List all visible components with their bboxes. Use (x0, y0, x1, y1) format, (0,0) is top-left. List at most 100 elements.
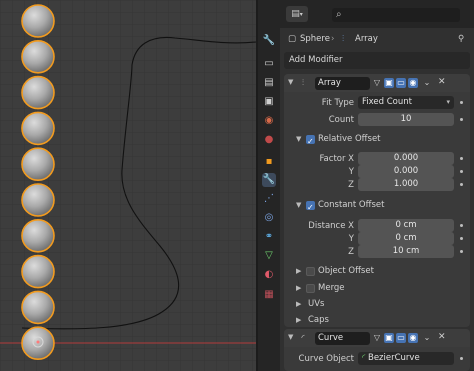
object-offset-header[interactable]: ▶ Object Offset (284, 263, 470, 280)
object-offset-label: Object Offset (318, 266, 374, 276)
chevron-down-icon[interactable]: ▼ (296, 197, 301, 214)
scene-tab-icon[interactable]: ◉ (262, 114, 276, 128)
modifier-icon: ⫶ (342, 34, 345, 44)
dropdown-icon[interactable]: ⌄ (422, 333, 432, 343)
chevron-right-icon[interactable]: ▶ (296, 312, 301, 329)
texture-tab-icon[interactable]: ▦ (262, 288, 276, 302)
close-icon[interactable]: ✕ (438, 332, 446, 342)
curve-object-icon: ◜ (362, 353, 366, 363)
relative-offset-header[interactable]: ▼ Relative Offset (284, 131, 470, 150)
on-cage-icon[interactable]: ▽ (372, 333, 382, 343)
count-field[interactable]: 10 (358, 113, 454, 126)
distance-x-field[interactable]: 0 cm (358, 219, 454, 232)
curve-modifier-icon: ◜ (301, 333, 305, 342)
array-name-field[interactable]: Array (315, 77, 370, 90)
factor-z-field[interactable]: 1.000 (358, 178, 454, 191)
sphere-instance[interactable] (21, 219, 55, 253)
edit-mode-icon[interactable]: ▣ (384, 78, 394, 88)
chevron-down-icon[interactable]: ▼ (288, 78, 293, 86)
animate-property-icon[interactable] (460, 250, 463, 253)
output-tab-icon[interactable]: ▤ (262, 76, 276, 90)
chevron-right-icon[interactable]: ▶ (296, 296, 301, 313)
sphere-instance[interactable] (21, 254, 55, 289)
relative-offset-label: Relative Offset (318, 134, 381, 144)
dropdown-icon[interactable]: ⌄ (422, 78, 432, 88)
render-icon[interactable]: ◉ (408, 78, 418, 88)
constant-offset-header[interactable]: ▼ Constant Offset (284, 197, 470, 216)
factor-y-field[interactable]: 0.000 (358, 165, 454, 178)
chevron-right-icon[interactable]: ▶ (296, 280, 301, 297)
viewport-display-icon[interactable]: ▭ (396, 78, 406, 88)
animate-property-icon[interactable] (460, 224, 463, 227)
relative-offset-checkbox[interactable] (306, 133, 315, 150)
close-icon[interactable]: ✕ (438, 77, 446, 87)
physics-tab-icon[interactable]: ◎ (262, 211, 276, 225)
editor-type-button[interactable]: ▤▾ (286, 6, 308, 22)
caps-header[interactable]: ▶ Caps (284, 312, 470, 329)
material-tab-icon[interactable]: ◐ (262, 268, 276, 282)
chevron-down-icon[interactable]: ▼ (296, 131, 301, 148)
pin-icon[interactable]: ⚲ (458, 28, 464, 50)
factor-x-field[interactable]: 0.000 (358, 152, 454, 165)
uvs-header[interactable]: ▶ UVs (284, 296, 470, 313)
distance-x-label: Distance X (308, 221, 354, 231)
merge-checkbox[interactable] (306, 284, 315, 293)
sphere-instance[interactable] (21, 290, 55, 325)
chevron-down-icon: ▾ (446, 98, 450, 106)
animate-property-icon[interactable] (460, 118, 463, 121)
factor-x-label: Factor X (319, 154, 354, 164)
tool-tab-icon[interactable]: 🔧 (262, 34, 276, 48)
animate-property-icon[interactable] (460, 101, 463, 104)
data-tab-icon[interactable]: ▽ (262, 249, 276, 263)
object-tab-icon[interactable]: ▪ (262, 155, 276, 169)
distance-z-field[interactable]: 10 cm (358, 245, 454, 258)
merge-header[interactable]: ▶ Merge (284, 280, 470, 297)
breadcrumb-modifier: Array (355, 34, 378, 44)
particles-tab-icon[interactable]: ⋰ (262, 192, 276, 206)
properties-header: ▤▾ ⌕ (280, 0, 474, 28)
uvs-label: UVs (308, 299, 325, 309)
fit-type-select[interactable]: Fixed Count ▾ (358, 96, 454, 109)
sphere-instance[interactable] (21, 111, 55, 146)
chevron-right-icon[interactable]: ▶ (296, 263, 301, 280)
object-icon: ▢ (288, 34, 297, 44)
animate-property-icon[interactable] (460, 183, 463, 186)
render-icon[interactable]: ◉ (408, 333, 418, 343)
array-modifier-panel: ▼ ⫶ Array ▽ ▣ ▭ ◉ ⌄ ✕ Fit Type Fixed Cou… (284, 74, 470, 327)
search-input[interactable]: ⌕ (332, 8, 460, 22)
sphere-instance[interactable] (21, 39, 55, 74)
curve-object-field[interactable]: ◜ BezierCurve (358, 352, 454, 365)
animate-property-icon[interactable] (460, 237, 463, 240)
3d-viewport[interactable] (0, 0, 256, 371)
constant-offset-checkbox[interactable] (306, 199, 315, 216)
sphere-instance[interactable] (21, 147, 55, 181)
modifier-tab-icon[interactable]: 🔧 (262, 173, 276, 187)
curve-panel-header[interactable]: ▼ ◜ Curve ▽ ▣ ▭ ◉ ⌄ ✕ (284, 329, 470, 347)
properties-tabs: 🔧 ▭ ▤ ▣ ◉ ● ▪ 🔧 ⋰ ◎ ⚭ ▽ ◐ ▦ (258, 0, 280, 371)
animate-property-icon[interactable] (460, 170, 463, 173)
curve-object-label: Curve Object (298, 354, 354, 364)
sphere-instance[interactable] (21, 4, 55, 38)
object-offset-checkbox[interactable] (306, 267, 315, 276)
view-layer-tab-icon[interactable]: ▣ (262, 95, 276, 109)
animate-property-icon[interactable] (460, 157, 463, 160)
add-modifier-button[interactable]: Add Modifier (284, 52, 470, 69)
curve-name-field[interactable]: Curve (315, 332, 370, 345)
viewport-canvas[interactable] (0, 0, 256, 371)
constraints-tab-icon[interactable]: ⚭ (262, 230, 276, 244)
viewport-display-icon[interactable]: ▭ (396, 333, 406, 343)
caps-label: Caps (308, 315, 329, 325)
distance-y-field[interactable]: 0 cm (358, 232, 454, 245)
array-panel-header[interactable]: ▼ ⫶ Array ▽ ▣ ▭ ◉ ⌄ ✕ (284, 74, 470, 92)
on-cage-icon[interactable]: ▽ (372, 78, 382, 88)
render-tab-icon[interactable]: ▭ (262, 57, 276, 71)
edit-mode-icon[interactable]: ▣ (384, 333, 394, 343)
sphere-instance[interactable] (21, 183, 55, 217)
animate-property-icon[interactable] (460, 357, 463, 360)
fit-type-value: Fixed Count (362, 97, 412, 107)
world-tab-icon[interactable]: ● (262, 133, 276, 147)
chevron-down-icon[interactable]: ▼ (288, 333, 293, 341)
count-label: Count (328, 115, 354, 125)
sphere-instance[interactable] (21, 75, 55, 110)
distance-z-label: Z (348, 247, 354, 257)
